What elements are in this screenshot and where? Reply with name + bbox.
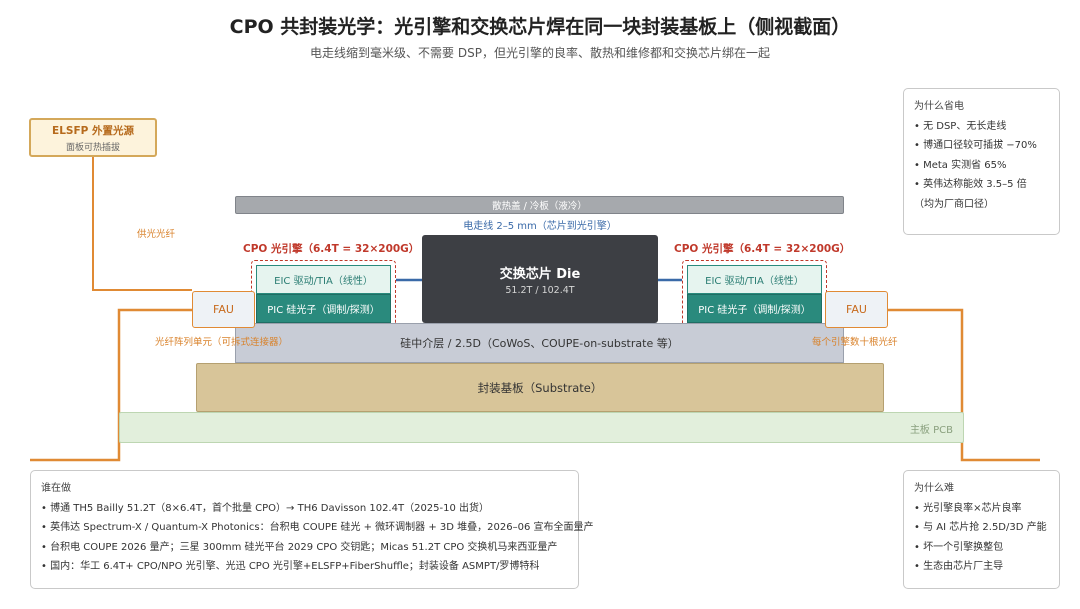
why-hard-panel: 为什么难 光引擎良率×芯片良率 与 AI 芯片抢 2.5D/3D 产能 坏一个引… [903, 470, 1060, 589]
die-title: 交换芯片 Die [499, 266, 581, 282]
elsfp-light-source: ELSFP 外置光源 面板可热插拔 [29, 118, 157, 157]
why-hard-item: 与 AI 芯片抢 2.5D/3D 产能 [914, 518, 1049, 538]
pic-right: PIC 硅光子（调制/探测） [687, 294, 822, 323]
who-item: 国内：华工 6.4T+ CPO/NPO 光引擎、光迅 CPO 光引擎+ELSFP… [41, 557, 568, 577]
eic-left: EIC 驱动/TIA（线性） [256, 265, 391, 294]
who-is-doing-panel: 谁在做 博通 TH5 Bailly 51.2T（8×6.4T，首个批量 CPO）… [30, 470, 594, 589]
who-item: 博通 TH5 Bailly 51.2T（8×6.4T，首个批量 CPO）→ TH… [41, 499, 568, 519]
fau-right: FAU [825, 291, 888, 328]
motherboard-pcb: 主板 PCB [119, 412, 964, 443]
fau-left: FAU [192, 291, 255, 328]
why-save-item: 无 DSP、无长走线 [914, 117, 1049, 137]
who-item: 英伟达 Spectrum-X / Quantum-X Photonics：台积电… [41, 518, 593, 538]
why-hard-item: 生态由芯片厂主导 [914, 557, 1049, 577]
elsfp-title: ELSFP 外置光源 [52, 124, 134, 137]
who-heading: 谁在做 [41, 483, 71, 494]
silicon-interposer: 硅中介层 / 2.5D（CoWoS、COUPE-on-substrate 等） [235, 323, 844, 363]
why-hard-item: 坏一个引擎换整包 [914, 538, 1049, 558]
why-save-item: 博通口径较可插拔 −70% [914, 136, 1049, 156]
who-item: 台积电 COUPE 2026 量产；三星 300mm 硅光平台 2029 CPO… [41, 538, 568, 558]
wire-length-label: 电走线 2–5 mm（芯片到光引擎） [463, 221, 617, 232]
elsfp-subtitle: 面板可热插拔 [65, 142, 120, 153]
why-hard-heading: 为什么难 [914, 483, 954, 494]
eic-right: EIC 驱动/TIA（线性） [687, 265, 822, 294]
heat-lid: 散热盖 / 冷板（液冷） [235, 196, 844, 214]
why-hard-item: 光引擎良率×芯片良率 [914, 499, 1049, 519]
cpo-engine-left-label: CPO 光引擎（6.4T = 32×200G） [243, 243, 420, 255]
why-save-footnote: （均为厂商口径） [914, 198, 994, 210]
why-save-item: 英伟达称能效 3.5–5 倍 [914, 175, 1049, 195]
fibers-per-engine-note: 每个引擎数十根光纤 [812, 337, 898, 348]
feed-fiber-line [92, 157, 192, 291]
cpo-engine-right-label: CPO 光引擎（6.4T = 32×200G） [674, 243, 851, 255]
pcb-label: 主板 PCB [909, 425, 953, 436]
package-substrate: 封装基板（Substrate） [196, 363, 884, 412]
pic-left: PIC 硅光子（调制/探测） [256, 294, 391, 323]
switch-die: 交换芯片 Die 51.2T / 102.4T [422, 235, 658, 323]
why-save-item: Meta 实测省 65% [914, 156, 1049, 176]
why-save-heading: 为什么省电 [914, 101, 964, 112]
fiber-array-note: 光纤阵列单元（可拆式连接器） [155, 337, 289, 348]
why-save-power-panel: 为什么省电 无 DSP、无长走线 博通口径较可插拔 −70% Meta 实测省 … [903, 88, 1060, 235]
feed-fiber-note: 供光光纤 [137, 229, 176, 240]
die-subtitle: 51.2T / 102.4T [505, 284, 575, 296]
